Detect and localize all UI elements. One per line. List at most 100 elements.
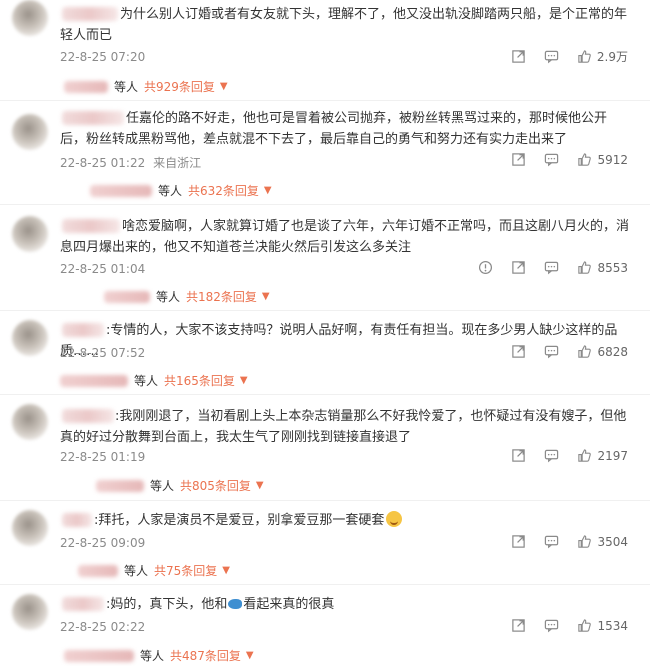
comment-meta: 22-8-25 07:52 (60, 346, 145, 360)
comment-icon[interactable] (544, 534, 559, 549)
comment-icon[interactable] (544, 618, 559, 633)
comment-timestamp: 22-8-25 01:19 (60, 450, 146, 464)
comment-item: 任嘉伦的路不好走，他也可是冒着被公司抛弃，被粉丝转黑骂过来的，那时候他公开后，粉… (0, 108, 650, 200)
reply-summary[interactable]: 等人 共632条回复 ▼ (90, 182, 272, 199)
reply-prefix: 等人 (158, 184, 183, 198)
share-icon[interactable] (511, 344, 526, 359)
comment-icon[interactable] (544, 49, 559, 64)
share-icon[interactable] (511, 618, 526, 633)
comment-meta: 22-8-25 01:19 (60, 450, 145, 464)
avatar[interactable] (12, 114, 48, 150)
comment-timestamp: 22-8-25 01:04 (60, 262, 146, 276)
caret-down-icon[interactable]: ▼ (264, 185, 272, 196)
comment-icon[interactable] (544, 152, 559, 167)
reply-count[interactable]: 共632条回复 (188, 182, 259, 199)
reply-count[interactable]: 共805条回复 (180, 477, 251, 494)
like-icon[interactable] (577, 618, 592, 633)
reply-summary[interactable]: 等人 共165条回复 ▼ (60, 372, 248, 389)
comment-timestamp: 22-8-25 07:20 (60, 50, 146, 64)
reply-user-blur (64, 649, 134, 662)
avatar[interactable] (12, 216, 48, 252)
reply-count[interactable]: 共165条回复 (164, 372, 235, 389)
comment-item: :我刚刚退了，当初看剧上头上本杂志销量那么不好我怜爱了，也怀疑过有没有嫂子，但他… (0, 404, 650, 496)
caret-down-icon[interactable]: ▼ (262, 291, 270, 302)
comment-item: 为什么别人订婚或者有女友就下头，理解不了，他又没出轨没脚踏两只船，是个正常的年轻… (0, 0, 650, 96)
comment-icon[interactable] (544, 344, 559, 359)
like-count: 8553 (597, 260, 628, 275)
reply-summary[interactable]: 等人 共75条回复 ▼ (78, 562, 230, 579)
reply-summary[interactable]: 等人 共487条回复 ▼ (64, 647, 254, 664)
divider (0, 310, 650, 311)
reply-user-blur (96, 479, 144, 492)
comment-timestamp: 22-8-25 09:09 (60, 536, 146, 550)
comment-meta: 22-8-25 01:04 (60, 262, 145, 276)
comment-meta: 22-8-25 09:09 (60, 536, 145, 550)
share-icon[interactable] (511, 260, 526, 275)
comment-actions: 1534 (493, 618, 628, 633)
comment-icon[interactable] (544, 260, 559, 275)
reply-count[interactable]: 共929条回复 (144, 78, 215, 95)
like-count: 3504 (597, 534, 628, 549)
like-icon[interactable] (577, 344, 592, 359)
like-count: 2.9万 (596, 50, 628, 64)
reply-prefix: 等人 (150, 479, 175, 493)
reply-prefix: 等人 (114, 80, 139, 94)
reply-prefix: 等人 (124, 564, 149, 578)
like-icon[interactable] (577, 260, 592, 275)
divider (0, 204, 650, 205)
caret-down-icon[interactable]: ▼ (240, 375, 248, 386)
reply-summary[interactable]: 等人 共182条回复 ▼ (104, 288, 270, 305)
caret-down-icon[interactable]: ▼ (222, 565, 230, 576)
divider (0, 394, 650, 395)
comment-meta: 22-8-25 02:22 (60, 620, 145, 634)
reply-count[interactable]: 共182条回复 (186, 288, 257, 305)
divider (0, 100, 650, 101)
comment-meta: 22-8-25 07:20 (60, 50, 145, 64)
comment-timestamp: 22-8-25 02:22 (60, 620, 146, 634)
avatar[interactable] (12, 510, 48, 546)
fish-emoji-icon (228, 599, 243, 609)
like-icon[interactable] (577, 448, 592, 463)
like-icon[interactable] (577, 534, 592, 549)
reply-summary[interactable]: 等人 共805条回复 ▼ (96, 477, 264, 494)
caret-down-icon[interactable]: ▼ (220, 81, 228, 92)
divider (0, 584, 650, 585)
comment-text: 为什么别人订婚或者有女友就下头，理解不了，他又没出轨没脚踏两只船，是个正常的年轻… (60, 7, 628, 43)
share-icon[interactable] (511, 49, 526, 64)
comment-actions: 2.9万 (493, 48, 628, 65)
share-icon[interactable] (511, 534, 526, 549)
reply-count[interactable]: 共75条回复 (154, 562, 217, 579)
comment-text: :我刚刚退了，当初看剧上头上本杂志销量那么不好我怜爱了，也怀疑过有没有嫂子，但他… (60, 409, 627, 445)
comment-icon[interactable] (544, 448, 559, 463)
report-icon[interactable] (478, 260, 493, 275)
like-icon[interactable] (577, 152, 592, 167)
divider (0, 500, 650, 501)
comment-text: 任嘉伦的路不好走，他也可是冒着被公司抛弃，被粉丝转黑骂过来的，那时候他公开后，粉… (60, 111, 608, 147)
comment-text: :拜托，人家是演员不是爱豆，别拿爱豆那一套硬套 (60, 510, 630, 531)
comment-item: :专情的人，大家不该支持吗？说明人品好啊，有责任有担当。现在多少男人缺少这样的品… (0, 318, 650, 390)
reply-user-blur (104, 290, 150, 303)
reply-prefix: 等人 (134, 374, 159, 388)
reply-count[interactable]: 共487条回复 (170, 647, 241, 664)
comment-text: 啥恋爱脑啊，人家就算订婚了也是谈了六年，六年订婚不正常吗，而且这剧八月火的，消息… (60, 219, 630, 255)
share-icon[interactable] (511, 152, 526, 167)
comment-location: 来自浙江 (153, 156, 202, 170)
comment-actions: 6828 (493, 344, 628, 359)
avatar[interactable] (12, 594, 48, 630)
comment-item: :拜托，人家是演员不是爱豆，别拿爱豆那一套硬套 22-8-25 09:09 35… (0, 508, 650, 580)
reply-summary[interactable]: 等人 共929条回复 ▼ (64, 78, 228, 95)
avatar[interactable] (12, 0, 48, 36)
like-count: 1534 (597, 618, 628, 633)
like-icon[interactable] (577, 49, 592, 64)
avatar[interactable] (12, 404, 48, 440)
comment-actions: 2197 (493, 448, 628, 463)
avatar[interactable] (12, 320, 48, 356)
like-count: 5912 (597, 152, 628, 167)
share-icon[interactable] (511, 448, 526, 463)
like-count: 2197 (597, 448, 628, 463)
caret-down-icon[interactable]: ▼ (246, 650, 254, 661)
caret-down-icon[interactable]: ▼ (256, 480, 264, 491)
comment-timestamp: 22-8-25 01:22 (60, 156, 146, 170)
reply-user-blur (90, 184, 152, 197)
comment-item: 啥恋爱脑啊，人家就算订婚了也是谈了六年，六年订婚不正常吗，而且这剧八月火的，消息… (0, 214, 650, 306)
